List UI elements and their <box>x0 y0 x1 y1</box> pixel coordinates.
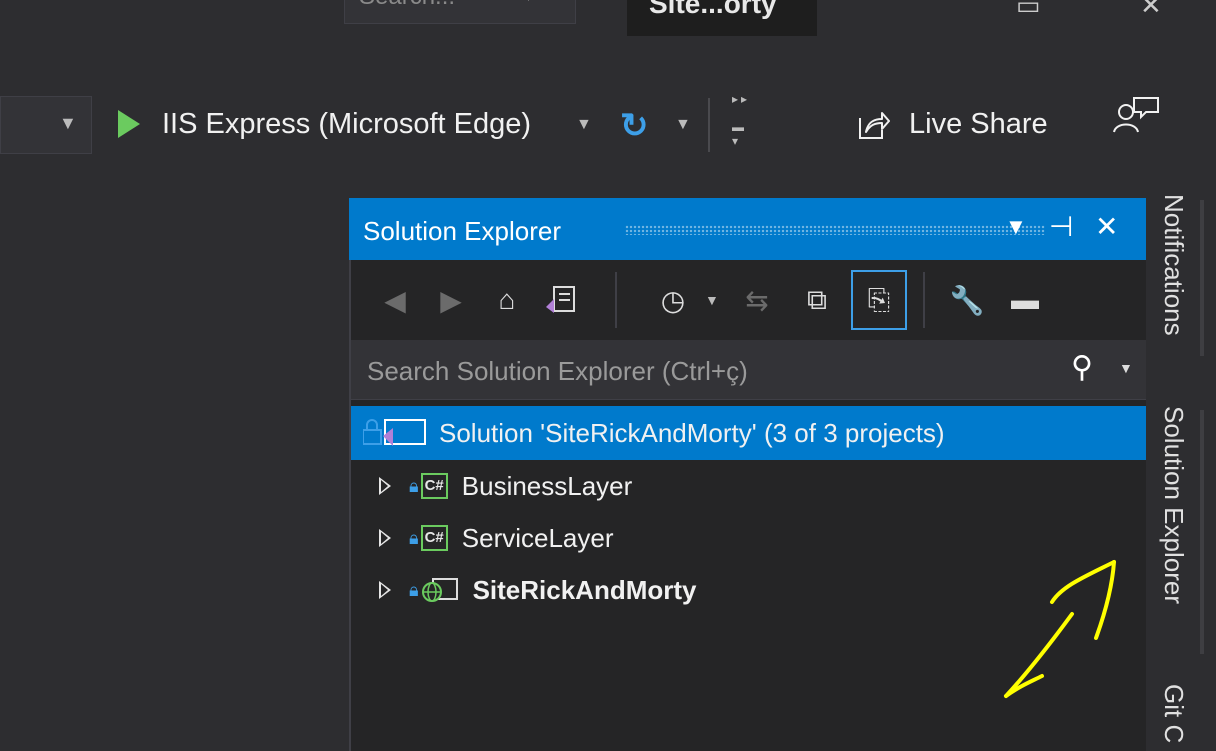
solution-explorer-search[interactable]: ⚲ ▼ <box>351 340 1146 400</box>
search-options-dropdown-icon[interactable]: ▼ <box>1119 360 1133 376</box>
forward-icon[interactable]: ▶ <box>431 280 471 320</box>
solution-node[interactable]: Solution 'SiteRickAndMorty' (3 of 3 proj… <box>351 406 1146 460</box>
live-share-icon[interactable] <box>856 108 890 142</box>
panel-drag-grip[interactable] <box>625 225 1045 235</box>
filter-dropdown-icon[interactable]: ▼ <box>705 292 719 308</box>
properties-wrench-icon[interactable]: 🔧 <box>947 280 987 320</box>
pin-icon[interactable]: ⊣ <box>1049 210 1073 243</box>
close-window-icon[interactable]: ✕ <box>1140 0 1162 21</box>
run-play-icon[interactable] <box>118 110 140 138</box>
feedback-icon[interactable] <box>1112 94 1162 136</box>
run-target-dropdown-icon[interactable]: ▼ <box>576 116 592 134</box>
run-target-button[interactable]: IIS Express (Microsoft Edge) <box>162 108 531 141</box>
show-all-files-icon[interactable]: ⎘ <box>851 270 907 330</box>
toolbar-overflow-icon[interactable]: ▸▸ ▬ ▾ <box>732 92 750 148</box>
web-project-icon <box>421 577 459 603</box>
lock-icon: 🔒︎ <box>409 527 419 548</box>
search-icon[interactable]: ⚲ <box>1071 350 1093 385</box>
annotation-arrow-drawing <box>1004 560 1116 698</box>
window-title-tab[interactable]: Site...orty <box>627 0 817 36</box>
lock-icon: 🔒︎ <box>409 475 419 496</box>
restore-icon[interactable]: ▭ <box>1016 0 1041 21</box>
close-panel-icon[interactable]: ✕ <box>1095 210 1118 243</box>
chevron-down-icon[interactable]: ▼ <box>59 113 77 134</box>
lock-icon: 🔒︎ <box>409 579 419 600</box>
solution-label: Solution 'SiteRickAndMorty' (3 of 3 proj… <box>439 417 945 448</box>
git-changes-tab[interactable]: Git C <box>1158 684 1189 743</box>
live-share-button[interactable]: Live Share <box>909 108 1048 141</box>
window-title: Site...orty <box>649 0 777 19</box>
collapse-all-icon[interactable]: ⧉ <box>797 280 837 320</box>
toolbar-separator <box>708 98 710 152</box>
expand-arrow-icon[interactable] <box>379 581 391 599</box>
project-label: BusinessLayer <box>461 470 633 501</box>
project-label: ServiceLayer <box>461 522 614 553</box>
solution-explorer-tab[interactable]: Solution Explorer <box>1158 406 1189 604</box>
home-icon[interactable]: ⌂ <box>487 280 527 320</box>
sync-active-document-icon[interactable]: ⇆ <box>737 280 777 320</box>
quick-search-text: Search... <box>359 0 455 11</box>
side-tab-strip: Notifications Solution Explorer Git C <box>1146 190 1216 751</box>
back-icon[interactable]: ◀ <box>375 280 415 320</box>
configuration-combo[interactable]: ▼ <box>0 96 92 154</box>
expand-arrow-icon[interactable] <box>379 529 391 547</box>
csharp-project-icon: C# <box>420 525 448 551</box>
solution-explorer-title: Solution Explorer <box>363 216 561 246</box>
pending-changes-filter-icon[interactable]: ◷ <box>653 280 693 320</box>
toolbar-separator <box>615 272 617 328</box>
notifications-tab[interactable]: Notifications <box>1158 194 1189 336</box>
search-input[interactable] <box>365 350 1049 392</box>
project-label: SiteRickAndMorty <box>472 574 697 605</box>
tab-indicator <box>1200 410 1204 654</box>
window-position-dropdown-icon[interactable]: ▼ <box>1005 214 1027 240</box>
expand-arrow-icon[interactable] <box>379 477 391 495</box>
solution-icon <box>363 416 429 450</box>
quick-search-dropdown-icon[interactable]: ▾ <box>523 0 534 7</box>
toolbar-separator <box>923 272 925 328</box>
quick-search-box[interactable]: Search... ▾ <box>344 0 576 24</box>
solution-explorer-header[interactable]: Solution Explorer ▼ ⊣ ✕ <box>349 198 1146 260</box>
project-node-businesslayer[interactable]: 🔒︎ C# BusinessLayer <box>351 460 1146 512</box>
solution-explorer-toolbar: ◀ ▶ ⌂ ◷ ▼ ⇆ ⧉ ⎘ 🔧 ▬ <box>351 262 1146 338</box>
switch-views-icon[interactable] <box>539 280 579 320</box>
csharp-project-icon: C# <box>420 473 448 499</box>
refresh-dropdown-icon[interactable]: ▼ <box>675 116 691 134</box>
preview-selected-icon[interactable]: ▬ <box>1005 280 1045 320</box>
tab-indicator <box>1200 200 1204 356</box>
refresh-icon[interactable]: ↻ <box>620 106 649 146</box>
